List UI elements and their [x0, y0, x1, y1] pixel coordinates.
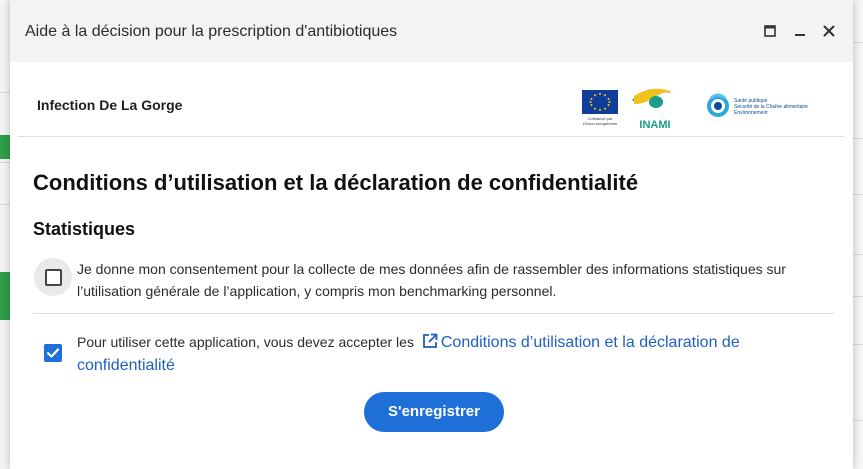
- minimize-icon: [795, 34, 805, 36]
- checkmark-icon: [46, 348, 60, 358]
- consent-dialog: Aide à la décision pour la prescription …: [10, 0, 853, 469]
- terms-acceptance-checkbox[interactable]: [44, 344, 62, 362]
- inami-logo: INAMI: [632, 88, 676, 131]
- statistics-consent-text: Je donne mon consentement pour la collec…: [77, 261, 786, 299]
- minimize-button[interactable]: [790, 21, 810, 41]
- terms-acceptance-text: Pour utiliser cette application, vous de…: [77, 331, 817, 377]
- spf-line3: Environnement: [734, 110, 768, 116]
- eu-caption-line2: l'Union européenne: [583, 121, 618, 126]
- register-button[interactable]: S'enregistrer: [364, 392, 504, 432]
- background-app-right-edge: [853, 0, 863, 469]
- terms-link-line2: confidentialité: [77, 357, 175, 374]
- close-icon: [823, 25, 835, 37]
- maximize-button[interactable]: [760, 21, 780, 41]
- eu-flag-logo: Cofinancé par l'Union européenne: [582, 90, 618, 126]
- page-title: Conditions d’utilisation et la déclarati…: [33, 170, 639, 195]
- divider: [33, 313, 834, 314]
- section-title-statistics: Statistiques: [33, 219, 136, 239]
- background-app-left-edge: [0, 0, 10, 469]
- terms-link-line1: Conditions d’utilisation et la déclarati…: [440, 334, 740, 351]
- dialog-titlebar: Aide à la décision pour la prescription …: [10, 0, 853, 62]
- terms-prefix: Pour utiliser cette application, vous de…: [77, 334, 414, 350]
- close-button[interactable]: [819, 21, 839, 41]
- partner-logos: Cofinancé par l'Union européenne INAMI S…: [582, 88, 808, 131]
- context-header: Infection De La Gorge Cofinancé par l'Un…: [18, 62, 844, 137]
- spf-health-logo: Santé publique Sécurité de la Chaîne ali…: [707, 93, 808, 117]
- external-link-icon: [422, 333, 438, 348]
- inami-wordmark: INAMI: [639, 119, 670, 131]
- context-label: Infection De La Gorge: [37, 97, 183, 113]
- dialog-title: Aide à la décision pour la prescription …: [25, 23, 398, 40]
- statistics-consent-checkbox[interactable]: [34, 258, 72, 296]
- maximize-icon: [764, 25, 776, 37]
- checkbox-unchecked-icon: [45, 269, 62, 286]
